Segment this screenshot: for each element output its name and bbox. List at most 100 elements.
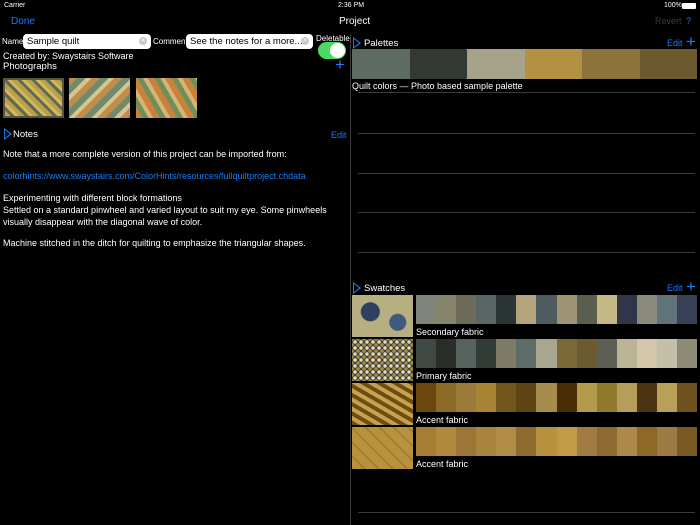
notes-line: Machine stitched in the ditch for quilti…	[3, 238, 306, 248]
swatch-image[interactable]	[352, 427, 413, 469]
color-chip[interactable]	[536, 339, 557, 368]
color-chip[interactable]	[616, 295, 637, 324]
color-chip[interactable]	[556, 427, 577, 456]
palette-strip[interactable]	[352, 49, 697, 79]
color-chip[interactable]	[536, 383, 557, 412]
swatch-image[interactable]	[352, 339, 413, 381]
color-chip[interactable]	[416, 339, 437, 368]
color-chip[interactable]	[576, 383, 597, 412]
notes-line: Experimenting with different block forma…	[3, 193, 182, 203]
color-chip[interactable]	[516, 295, 537, 324]
add-photo-button[interactable]: +	[335, 56, 345, 73]
color-chip[interactable]	[456, 295, 477, 324]
swatch-strip[interactable]	[416, 383, 698, 412]
color-chip[interactable]	[496, 295, 517, 324]
color-chip[interactable]	[616, 339, 637, 368]
color-chip[interactable]	[677, 295, 698, 324]
palettes-edit-button[interactable]: Edit	[667, 38, 683, 48]
color-chip[interactable]	[416, 295, 437, 324]
color-chip[interactable]	[436, 339, 457, 368]
color-chip[interactable]	[516, 383, 537, 412]
color-chip[interactable]	[582, 49, 640, 79]
color-chip[interactable]	[576, 339, 597, 368]
clear-icon[interactable]: ✕	[139, 37, 147, 45]
color-chip[interactable]	[596, 339, 617, 368]
swatch-strip[interactable]	[416, 427, 698, 456]
swatch-strip[interactable]	[416, 339, 698, 368]
swatches-edit-button[interactable]: Edit	[667, 283, 683, 293]
color-chip[interactable]	[639, 49, 697, 79]
color-chip[interactable]	[476, 339, 497, 368]
color-chip[interactable]	[476, 427, 497, 456]
color-chip[interactable]	[467, 49, 525, 79]
photo-thumbnail[interactable]	[136, 78, 197, 118]
color-chip[interactable]	[656, 427, 678, 456]
add-swatch-button[interactable]: +	[686, 278, 696, 295]
color-chip[interactable]	[436, 383, 457, 412]
color-chip[interactable]	[456, 339, 477, 368]
disclosure-icon[interactable]	[353, 37, 361, 49]
swatch-image[interactable]	[352, 295, 413, 337]
color-chip[interactable]	[656, 295, 678, 324]
swatch-strip[interactable]	[416, 295, 698, 324]
photo-thumbnail[interactable]	[69, 78, 130, 118]
disclosure-icon[interactable]	[353, 282, 361, 294]
help-button[interactable]: ?	[686, 16, 691, 26]
color-chip[interactable]	[536, 295, 557, 324]
color-chip[interactable]	[416, 383, 437, 412]
color-chip[interactable]	[516, 427, 537, 456]
color-chip[interactable]	[636, 339, 657, 368]
swatch-image[interactable]	[352, 383, 413, 425]
notes-line: Settled on a standard pinwheel and varie…	[3, 205, 327, 215]
photo-thumbnail[interactable]	[3, 78, 64, 118]
color-chip[interactable]	[677, 427, 698, 456]
color-chip[interactable]	[677, 383, 698, 412]
color-chip[interactable]	[677, 339, 698, 368]
color-chip[interactable]	[496, 383, 517, 412]
color-chip[interactable]	[596, 427, 617, 456]
color-chip[interactable]	[636, 295, 657, 324]
name-input[interactable]: Sample quilt ✕	[23, 34, 151, 49]
color-chip[interactable]	[416, 427, 437, 456]
comment-label: Comment	[153, 37, 188, 46]
color-chip[interactable]	[596, 383, 617, 412]
color-chip[interactable]	[556, 295, 577, 324]
done-button[interactable]: Done	[11, 16, 35, 27]
color-chip[interactable]	[576, 295, 597, 324]
color-chip[interactable]	[596, 295, 617, 324]
carrier-label: Carrier	[4, 2, 26, 9]
color-chip[interactable]	[616, 427, 637, 456]
color-chip[interactable]	[556, 339, 577, 368]
color-chip[interactable]	[656, 383, 678, 412]
color-chip[interactable]	[409, 49, 467, 79]
clear-icon[interactable]: ✕	[301, 37, 309, 45]
swatches-title: Swatches	[364, 283, 406, 294]
notes-link[interactable]: colorhints://www.swaystairs.com/ColorHin…	[3, 171, 306, 181]
disclosure-icon[interactable]	[4, 128, 12, 140]
notes-edit-button[interactable]: Edit	[331, 130, 347, 140]
color-chip[interactable]	[636, 427, 657, 456]
color-chip[interactable]	[616, 383, 637, 412]
add-palette-button[interactable]: +	[686, 33, 696, 50]
color-chip[interactable]	[456, 427, 477, 456]
comment-input[interactable]: See the notes for a more... ✕	[186, 34, 313, 49]
color-chip[interactable]	[496, 339, 517, 368]
color-chip[interactable]	[436, 295, 457, 324]
photographs-label: Photographs	[3, 61, 57, 72]
color-chip[interactable]	[636, 383, 657, 412]
notes-title: Notes	[13, 129, 38, 140]
color-chip[interactable]	[576, 427, 597, 456]
color-chip[interactable]	[436, 427, 457, 456]
revert-button[interactable]: Revert	[655, 16, 682, 26]
color-chip[interactable]	[656, 339, 678, 368]
color-chip[interactable]	[556, 383, 577, 412]
color-chip[interactable]	[476, 295, 497, 324]
color-chip[interactable]	[476, 383, 497, 412]
color-chip[interactable]	[352, 49, 410, 79]
color-chip[interactable]	[524, 49, 582, 79]
color-chip[interactable]	[536, 427, 557, 456]
color-chip[interactable]	[456, 383, 477, 412]
color-chip[interactable]	[516, 339, 537, 368]
palette-label: Quilt colors — Photo based sample palett…	[352, 81, 523, 91]
color-chip[interactable]	[496, 427, 517, 456]
